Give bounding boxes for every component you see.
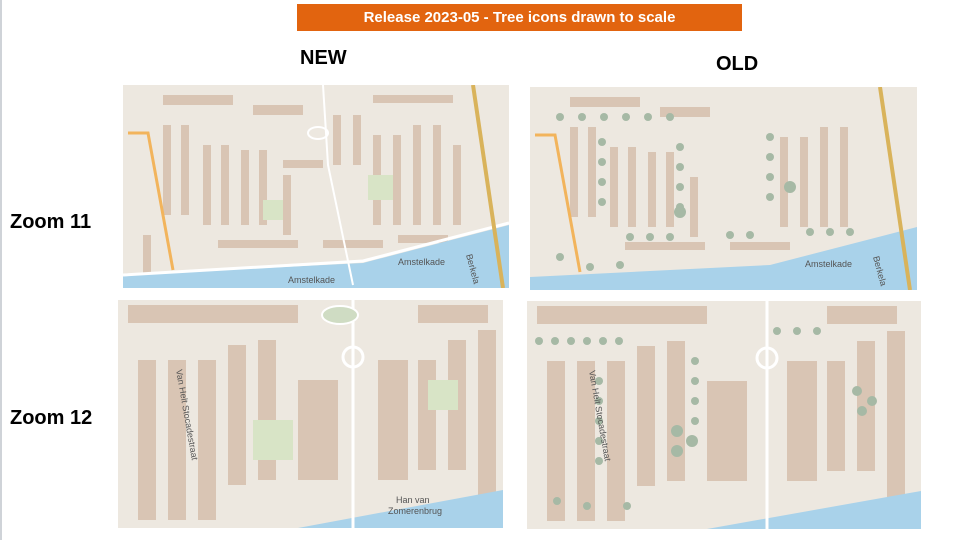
release-title-banner: Release 2023-05 - Tree icons drawn to sc… (297, 4, 742, 31)
row-header-zoom-11: Zoom 11 (10, 211, 92, 233)
column-header-new: NEW (300, 47, 347, 69)
column-header-old: OLD (716, 53, 759, 75)
map-zoom11-old[interactable]: Amstelkade Berkela (530, 87, 917, 290)
map-zoom12-old[interactable]: Van Helt Stocadestraat (527, 301, 921, 529)
row-header-zoom-12: Zoom 12 (10, 407, 93, 429)
slide-border (0, 0, 2, 540)
release-title: Release 2023-05 - Tree icons drawn to sc… (363, 9, 676, 26)
map-zoom11-new[interactable]: Amstelkade Amstelkade Berkela (123, 85, 509, 288)
map-label-han-van: Han van (396, 495, 430, 505)
map-zoom12-new[interactable]: Van Helt Stocadestraat Han van Zomerenbr… (118, 300, 503, 528)
map-label-amstelkade-2: Amstelkade (288, 275, 335, 285)
map-label-zomerenbrug: Zomerenbrug (388, 506, 442, 516)
map-label-amstelkade: Amstelkade (398, 257, 445, 267)
map-label-amstelkade: Amstelkade (805, 259, 852, 269)
